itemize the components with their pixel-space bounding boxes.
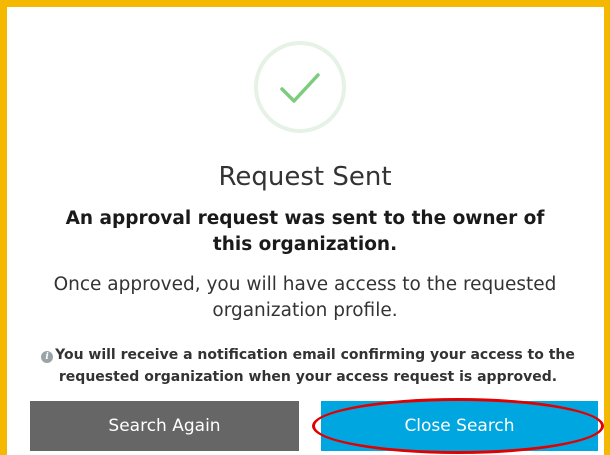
notification-note-text: You will receive a notification email co… — [55, 347, 575, 385]
info-icon: i — [41, 351, 54, 363]
dialog-body: Once approved, you will have access to t… — [53, 274, 557, 321]
checkmark-icon — [280, 73, 320, 103]
search-again-button[interactable]: Search Again — [30, 401, 299, 451]
notification-note: i You will receive a notification email c… — [10, 344, 606, 388]
success-circle — [254, 41, 346, 133]
close-search-button[interactable]: Close Search — [321, 401, 598, 451]
dialog-subtitle: An approval request was sent to the owne… — [65, 208, 545, 255]
dialog-title: Request Sent — [218, 162, 392, 192]
